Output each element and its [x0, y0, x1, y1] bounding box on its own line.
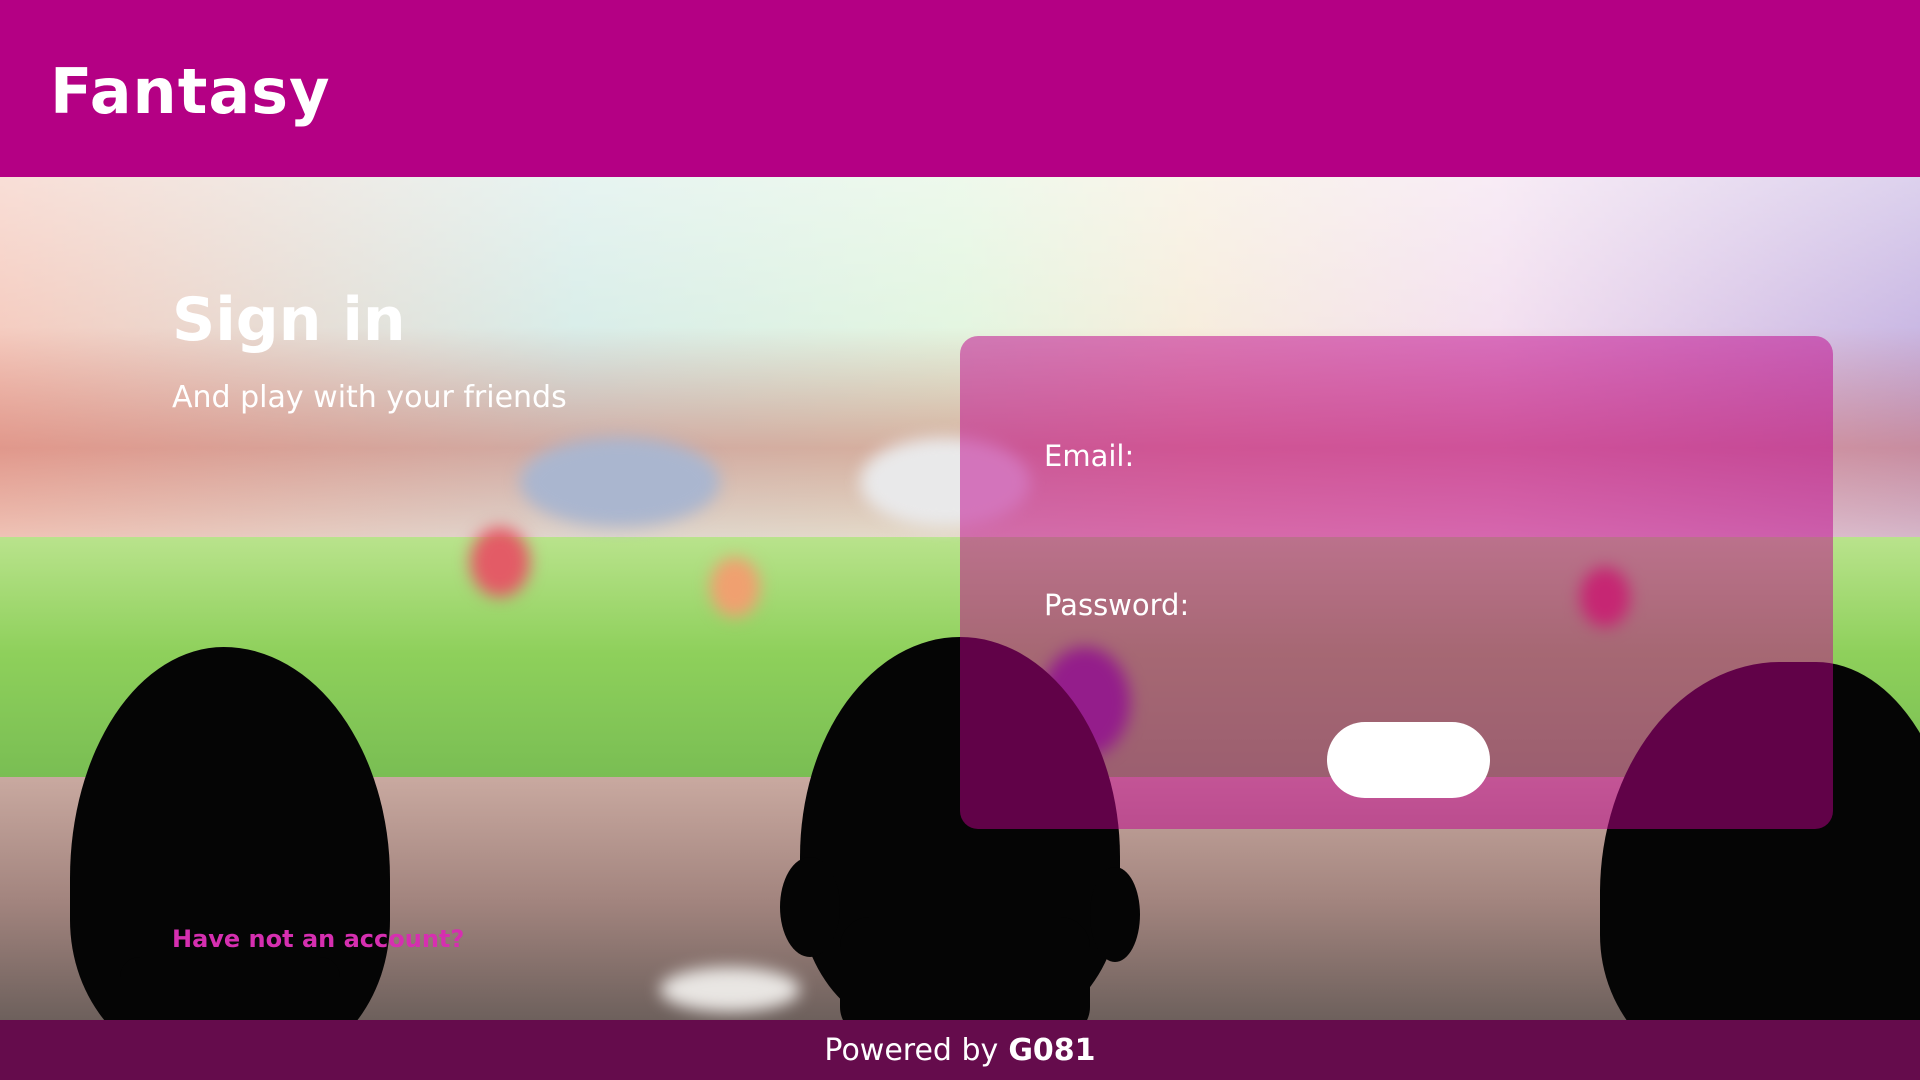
- signin-title: Sign in: [172, 285, 406, 355]
- footer: Powered by G081: [0, 1020, 1920, 1080]
- footer-company: G081: [1008, 1032, 1096, 1068]
- spectator-silhouette: [780, 857, 840, 957]
- spectator-silhouette: [1090, 867, 1140, 962]
- signup-link[interactable]: Have not an account?: [172, 925, 464, 953]
- brand-logo[interactable]: Fantasy: [50, 55, 331, 128]
- spectator-silhouette: [120, 957, 340, 1020]
- signin-submit-button[interactable]: [1327, 722, 1490, 798]
- bg-blur-spot: [520, 437, 720, 527]
- signin-subtitle: And play with your friends: [172, 380, 567, 415]
- bg-blur-spot: [710, 557, 760, 617]
- password-field[interactable]: [1190, 581, 1750, 631]
- password-label: Password:: [1044, 588, 1190, 622]
- email-label: Email:: [1044, 439, 1135, 473]
- email-field[interactable]: [1190, 432, 1750, 482]
- spectator-silhouette: [840, 917, 1090, 1020]
- footer-powered-by: Powered by: [824, 1032, 999, 1068]
- top-header: Fantasy: [0, 0, 1920, 177]
- login-card: Email: Password:: [960, 336, 1833, 829]
- bg-blur-spot: [470, 527, 530, 597]
- bg-blur-spot: [660, 967, 800, 1012]
